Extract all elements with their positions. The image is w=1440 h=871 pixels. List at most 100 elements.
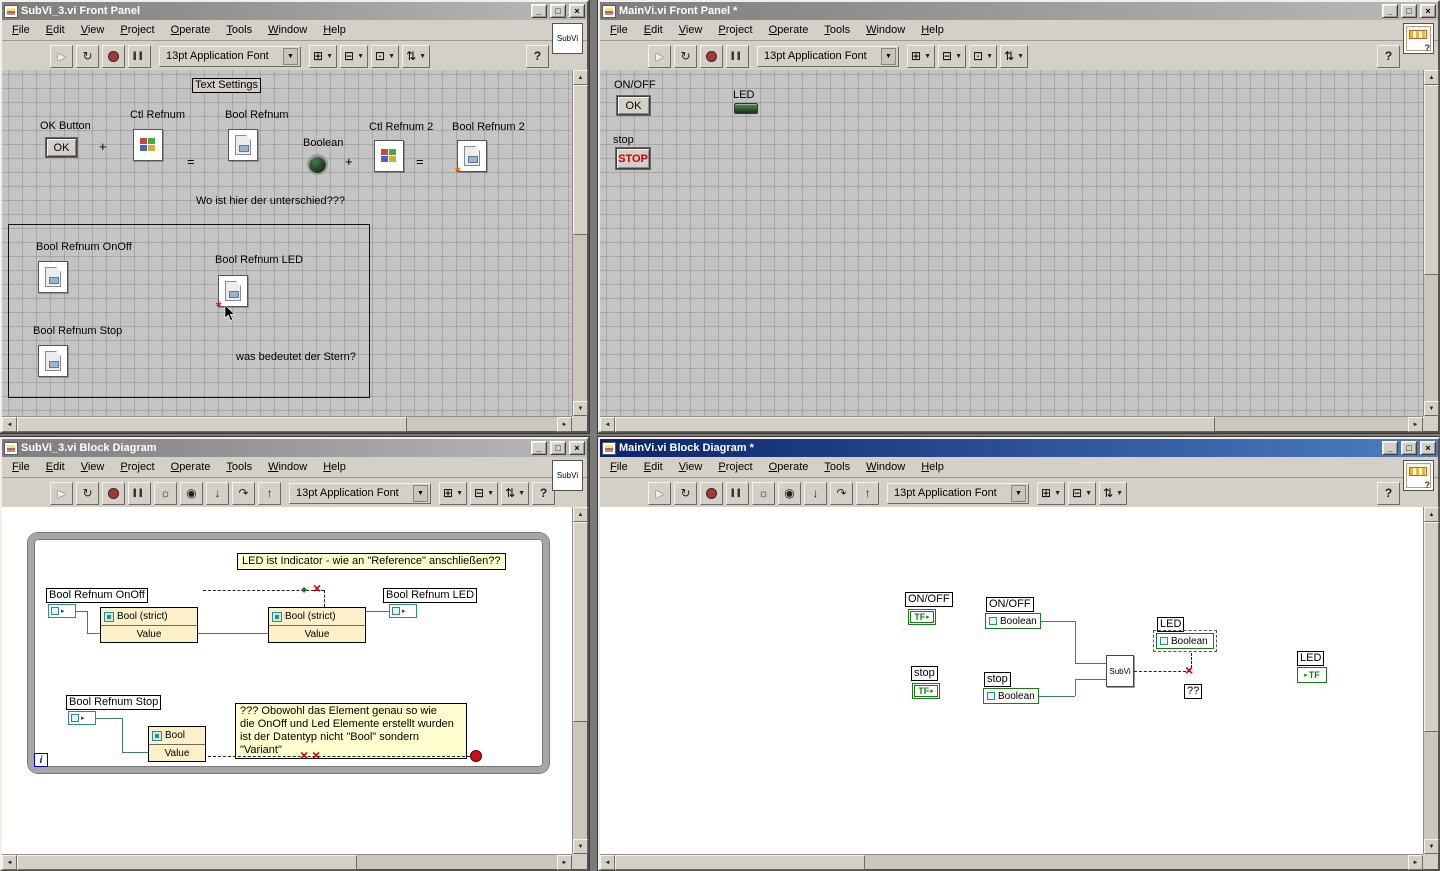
led-refnum-terminal[interactable]: ▸: [389, 604, 417, 618]
menu-operate[interactable]: Operate: [163, 21, 219, 39]
title-bar[interactable]: MainVi.vi Front Panel * _ □ ×: [600, 2, 1438, 20]
abort-button[interactable]: [700, 481, 723, 505]
help-button[interactable]: ?: [1377, 481, 1400, 505]
maximize-button[interactable]: □: [1401, 4, 1417, 18]
maximize-button[interactable]: □: [550, 441, 566, 455]
step-into-button[interactable]: ↓: [804, 481, 827, 505]
horizontal-scrollbar[interactable]: ◄ ►: [600, 416, 1423, 432]
pause-button[interactable]: ▌▌: [128, 481, 151, 505]
abort-button[interactable]: [700, 44, 723, 68]
menu-operate[interactable]: Operate: [761, 21, 817, 39]
menu-tools[interactable]: Tools: [816, 21, 858, 39]
stop-terminal-dot[interactable]: [470, 750, 482, 762]
menu-project[interactable]: Project: [710, 458, 760, 476]
resize-objects-button[interactable]: ⊡ ▼: [969, 44, 997, 68]
distribute-objects-button[interactable]: ⊟ ▼: [470, 481, 498, 505]
text-settings-label[interactable]: Text Settings: [192, 78, 261, 93]
property-value-row[interactable]: Value: [149, 745, 205, 761]
font-selector[interactable]: 13pt Application Font ▼: [289, 482, 431, 504]
horizontal-scroll-thumb[interactable]: [615, 417, 1215, 432]
vertical-scroll-thumb[interactable]: [573, 522, 588, 722]
scroll-right-button[interactable]: ►: [557, 417, 572, 432]
menu-edit[interactable]: Edit: [38, 458, 73, 476]
menu-file[interactable]: File: [602, 458, 636, 476]
variant-comment[interactable]: ??? Obowohl das Element genau so wie die…: [235, 703, 467, 759]
led-indicator-comment[interactable]: LED ist Indicator - wie an "Reference" a…: [237, 553, 506, 570]
run-continuous-button[interactable]: ↻: [76, 481, 99, 505]
abort-button[interactable]: [102, 481, 125, 505]
block-diagram-canvas[interactable]: ON/OFF TF ▸ ON/OFF Boolean stop TF ▸ sto…: [600, 507, 1423, 854]
vertical-scrollbar[interactable]: ▲ ▼: [572, 507, 588, 854]
vertical-scrollbar[interactable]: ▲ ▼: [572, 70, 588, 416]
bool-refnum-led-control[interactable]: *: [216, 275, 248, 313]
align-objects-button[interactable]: ⊞ ▼: [439, 481, 467, 505]
menu-window[interactable]: Window: [858, 21, 913, 39]
horizontal-scrollbar[interactable]: ◄ ►: [600, 854, 1423, 870]
property-node-onoff[interactable]: Bool (strict) Value: [100, 607, 198, 643]
broken-wire-segment[interactable]: [208, 756, 470, 757]
stop-boolean-refnum-node[interactable]: Boolean: [983, 688, 1039, 704]
menu-file[interactable]: File: [4, 21, 38, 39]
align-objects-button[interactable]: ⊞ ▼: [1037, 481, 1065, 505]
vi-corner-icon[interactable]: SubVi: [552, 460, 583, 491]
run-button[interactable]: ►: [50, 44, 73, 68]
step-over-button[interactable]: ↷: [232, 481, 255, 505]
bool-refnum-stop-control[interactable]: [38, 345, 68, 377]
onoff-boolean-refnum-node[interactable]: Boolean: [985, 613, 1041, 629]
vertical-scroll-thumb[interactable]: [573, 85, 588, 235]
distribute-objects-button[interactable]: ⊟ ▼: [938, 44, 966, 68]
menu-operate[interactable]: Operate: [761, 458, 817, 476]
horizontal-scroll-thumb[interactable]: [17, 855, 357, 870]
vertical-scrollbar[interactable]: ▲ ▼: [1423, 70, 1439, 416]
front-panel-canvas[interactable]: Text Settings OK Button OK + Ctl Refnum …: [2, 70, 572, 416]
scroll-up-button[interactable]: ▲: [573, 507, 588, 522]
menu-help[interactable]: Help: [913, 458, 952, 476]
menu-view[interactable]: View: [73, 458, 113, 476]
title-bar[interactable]: MainVi.vi Block Diagram * _ □ ×: [600, 439, 1438, 457]
led-boolean-refnum-node[interactable]: Boolean: [1153, 630, 1217, 652]
scroll-up-button[interactable]: ▲: [573, 70, 588, 85]
bool-refnum-2-control[interactable]: *: [455, 140, 487, 178]
close-button[interactable]: ×: [569, 4, 585, 18]
scroll-down-button[interactable]: ▼: [573, 401, 588, 416]
menu-project[interactable]: Project: [112, 458, 162, 476]
menu-view[interactable]: View: [671, 458, 711, 476]
close-button[interactable]: ×: [1420, 4, 1436, 18]
ok-button[interactable]: OK: [46, 138, 77, 157]
bool-refnum-control[interactable]: [228, 129, 258, 161]
subvi-node[interactable]: SubVi: [1106, 655, 1134, 687]
menu-help[interactable]: Help: [315, 458, 354, 476]
run-button[interactable]: ►: [648, 44, 671, 68]
title-bar[interactable]: SubVi_3.vi Front Panel _ □ ×: [2, 2, 587, 20]
scroll-left-button[interactable]: ◄: [2, 417, 17, 432]
minimize-button[interactable]: _: [1382, 4, 1398, 18]
font-selector[interactable]: 13pt Application Font ▼: [887, 482, 1029, 504]
scroll-left-button[interactable]: ◄: [2, 855, 17, 870]
scroll-left-button[interactable]: ◄: [600, 417, 615, 432]
menu-tools[interactable]: Tools: [218, 458, 260, 476]
property-node-led[interactable]: Bool (strict) Value: [268, 607, 366, 643]
front-panel-canvas[interactable]: ON/OFF OK LED stop STOP: [600, 70, 1423, 416]
broken-wire-segment[interactable]: [324, 590, 325, 607]
reorder-button[interactable]: ⇅ ▼: [402, 44, 430, 68]
reorder-button[interactable]: ⇅ ▼: [501, 481, 529, 505]
ctl-refnum-control[interactable]: [133, 129, 163, 161]
highlight-execution-button[interactable]: ☼: [154, 481, 177, 505]
scroll-up-button[interactable]: ▲: [1424, 507, 1439, 522]
menu-operate[interactable]: Operate: [163, 458, 219, 476]
menu-view[interactable]: View: [671, 21, 711, 39]
menu-edit[interactable]: Edit: [636, 458, 671, 476]
property-node-stop[interactable]: Bool Value: [148, 726, 206, 762]
reorder-button[interactable]: ⇅ ▼: [1000, 44, 1028, 68]
align-objects-button[interactable]: ⊞ ▼: [309, 44, 337, 68]
horizontal-scroll-thumb[interactable]: [615, 855, 865, 870]
menu-edit[interactable]: Edit: [636, 21, 671, 39]
minimize-button[interactable]: _: [531, 441, 547, 455]
step-out-button[interactable]: ↑: [258, 481, 281, 505]
menu-help[interactable]: Help: [315, 21, 354, 39]
property-value-row[interactable]: Value: [269, 626, 365, 642]
menu-window[interactable]: Window: [260, 21, 315, 39]
menu-window[interactable]: Window: [260, 458, 315, 476]
scroll-down-button[interactable]: ▼: [1424, 839, 1439, 854]
run-button[interactable]: ►: [50, 481, 73, 505]
